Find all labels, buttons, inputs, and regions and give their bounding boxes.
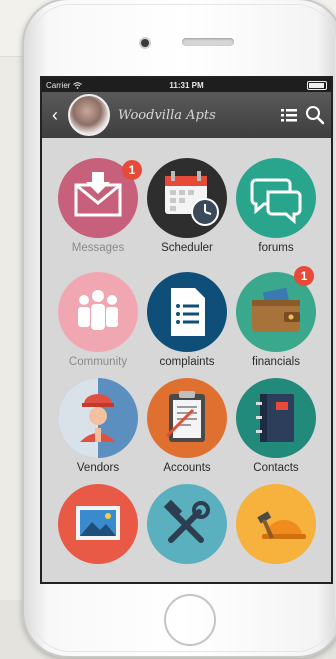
calendar-clock-icon	[165, 171, 219, 226]
scheduler-circle	[147, 158, 227, 238]
status-time: 11:31 PM	[169, 80, 204, 90]
contacts-circle	[236, 378, 316, 458]
tile-community[interactable]: Community	[54, 272, 142, 368]
address-book-icon	[256, 394, 294, 442]
tools-icon	[163, 499, 210, 543]
people-icon	[78, 290, 118, 330]
tile-label: Contacts	[253, 462, 299, 474]
battery-icon	[307, 80, 327, 90]
search-icon[interactable]	[305, 105, 325, 125]
forums-circle	[236, 158, 316, 238]
nav-bar: ‹ Woodvilla Apts	[42, 92, 331, 138]
tile-label: Messages	[71, 242, 125, 254]
tile-scheduler[interactable]: Scheduler	[143, 158, 231, 254]
tile-maintenance[interactable]	[143, 484, 231, 564]
tile-label: Vendors	[76, 462, 120, 474]
vendors-circle	[58, 378, 138, 458]
tile-label: forums	[258, 242, 294, 254]
notification-badge: 1	[122, 160, 142, 180]
app-grid: Messages 1 Scheduler forums Community co…	[42, 138, 331, 582]
status-bar: Carrier 11:31 PM	[42, 78, 331, 92]
tile-forums[interactable]: forums	[232, 158, 320, 254]
tile-label: financials	[252, 356, 300, 368]
accounts-circle	[147, 378, 227, 458]
home-button[interactable]	[164, 594, 216, 646]
clipboard-icon	[165, 391, 205, 442]
tile-label: Scheduler	[161, 242, 213, 254]
tile-accounts[interactable]: Accounts	[143, 378, 231, 474]
worker-icon	[58, 378, 116, 458]
gallery-circle	[58, 484, 138, 564]
chevron-left-icon[interactable]: ‹	[44, 105, 66, 126]
picture-icon	[76, 506, 120, 540]
tile-label: Community	[68, 356, 128, 368]
list-icon[interactable]	[279, 105, 299, 125]
hardhat-icon	[257, 511, 306, 539]
construction-circle	[236, 484, 316, 564]
notification-badge: 1	[294, 266, 314, 286]
earpiece-speaker	[182, 38, 234, 46]
tile-financials[interactable]: financials	[232, 272, 320, 368]
status-left: Carrier	[46, 80, 83, 90]
tile-label: complaints	[159, 356, 215, 368]
document-list-icon	[171, 288, 205, 336]
maintenance-circle	[147, 484, 227, 564]
complaints-circle	[147, 272, 227, 352]
carrier-label: Carrier	[46, 80, 71, 90]
phone-screen: Carrier 11:31 PM ‹ Woodvilla Apts Messag…	[42, 78, 331, 582]
tile-complaints[interactable]: complaints	[143, 272, 231, 368]
tile-contacts[interactable]: Contacts	[232, 378, 320, 474]
tile-gallery[interactable]	[54, 484, 142, 564]
nav-title: Woodvilla Apts	[118, 107, 216, 123]
wifi-icon	[73, 81, 83, 89]
avatar[interactable]	[68, 94, 110, 136]
front-camera	[141, 39, 149, 47]
chat-bubbles-icon	[250, 178, 302, 225]
tile-construction[interactable]	[232, 484, 320, 564]
tile-label: Accounts	[163, 462, 211, 474]
tile-vendors[interactable]: Vendors	[54, 378, 142, 474]
community-circle	[58, 272, 138, 352]
